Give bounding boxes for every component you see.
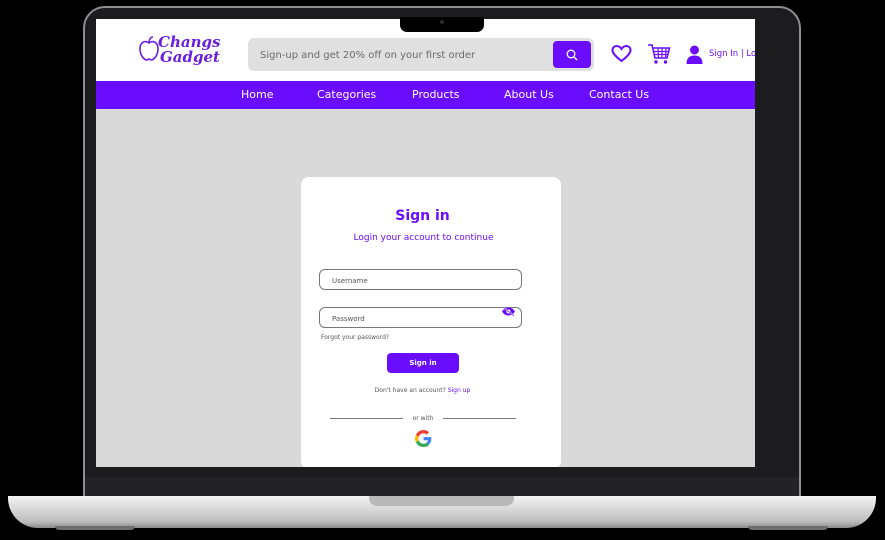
laptop-foot-left [55,526,135,530]
divider-right [443,418,516,419]
password-input[interactable] [330,311,494,326]
camera-icon [440,20,444,24]
logo-line-2: Gadget [160,48,220,66]
signup-link[interactable]: Sign up [448,387,471,394]
nav-item-contact-us[interactable]: Contact Us [589,88,649,101]
no-account-text: Don't have an account? Sign up [301,387,544,394]
laptop-screen: Changs Gadget Sign-up and get 20% off on… [96,19,755,467]
user-icon[interactable] [686,45,703,64]
password-field[interactable] [319,306,522,328]
or-with-label: or with [412,415,434,422]
nav-item-home[interactable]: Home [241,88,273,101]
nav-item-about-us[interactable]: About Us [504,88,554,101]
search-icon [566,49,578,60]
signin-login-link[interactable]: Sign In | Log [709,49,755,59]
logo-text: Changs Gadget [158,35,220,65]
signin-title: Sign in [395,208,450,224]
site-logo[interactable]: Changs Gadget [138,33,228,73]
signin-subtitle: Login your account to continue [353,233,494,243]
nav-item-products[interactable]: Products [412,88,460,101]
google-icon[interactable] [415,430,432,447]
divider-left [330,418,403,419]
hide-password-eye-icon[interactable] [501,306,516,317]
forgot-password-link[interactable]: Forgot your password? [321,334,389,341]
search-input[interactable] [258,45,542,65]
signin-card: Sign in Login your account to continue F… [301,177,561,467]
laptop-base-notch [369,496,514,506]
nav-item-categories[interactable]: Categories [317,88,376,101]
cart-icon[interactable] [647,43,671,65]
laptop-foot-right [748,526,828,530]
wishlist-heart-icon[interactable] [611,45,632,63]
no-account-label: Don't have an account? [374,387,446,394]
username-input[interactable] [330,273,494,288]
search-button[interactable] [553,41,591,68]
main-nav: Home Categories Products About Us Contac… [96,81,755,109]
username-field[interactable] [319,269,522,290]
signin-button[interactable]: Sign in [387,353,459,373]
apple-logo-icon [139,36,159,61]
search-bar [248,38,594,71]
